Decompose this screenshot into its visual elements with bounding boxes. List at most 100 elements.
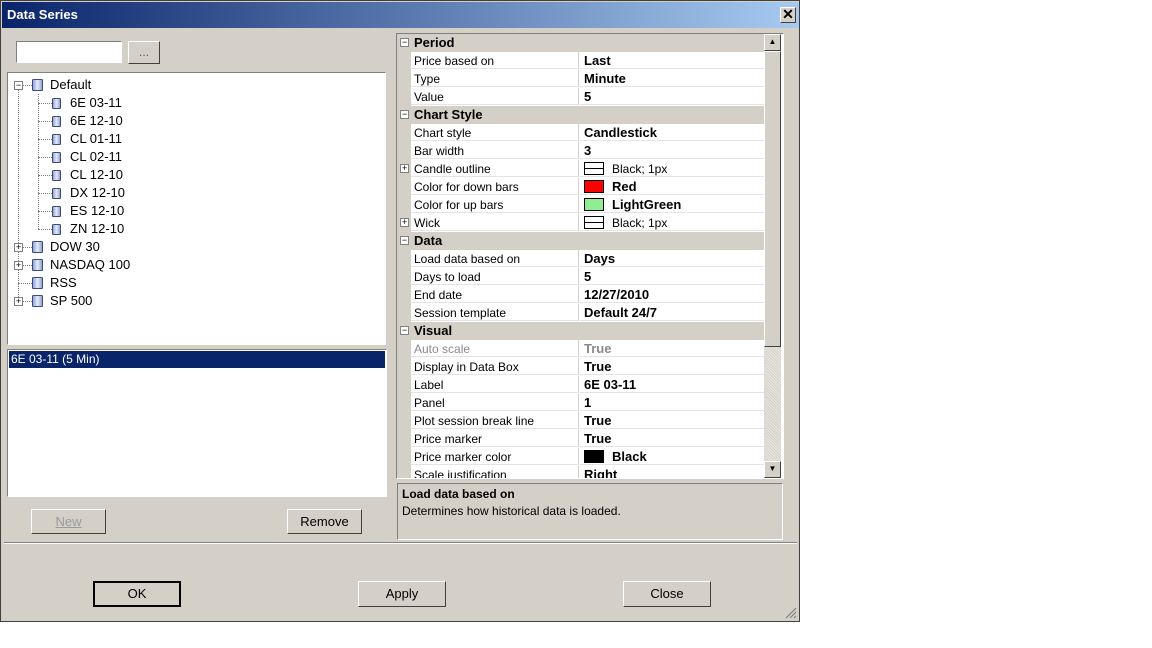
collapse-icon[interactable]: −: [400, 110, 409, 119]
tree-item[interactable]: 6E 03-11: [8, 94, 378, 112]
property-row[interactable]: Scale justification Right: [397, 466, 764, 478]
resize-grip-icon[interactable]: [785, 607, 797, 619]
row-margin: [397, 268, 411, 286]
property-value[interactable]: 5: [580, 88, 764, 105]
expand-icon[interactable]: +: [14, 297, 23, 306]
tree-item[interactable]: ZN 12-10: [8, 220, 378, 238]
property-row[interactable]: Days to load 5: [397, 268, 764, 286]
property-category[interactable]: − Period: [397, 34, 764, 52]
tree-item[interactable]: CL 01-11: [8, 130, 378, 148]
property-value[interactable]: 3: [580, 142, 764, 159]
tree-folder[interactable]: RSS: [8, 274, 378, 292]
property-value[interactable]: Red: [580, 178, 764, 195]
tree-folder[interactable]: + DOW 30: [8, 238, 378, 256]
property-row[interactable]: Bar width 3: [397, 142, 764, 160]
property-row[interactable]: Type Minute: [397, 70, 764, 88]
title-bar[interactable]: Data Series ✕: [2, 2, 799, 28]
property-row[interactable]: Session template Default 24/7: [397, 304, 764, 322]
property-row[interactable]: Chart style Candlestick: [397, 124, 764, 142]
property-row[interactable]: Value 5: [397, 88, 764, 106]
property-row[interactable]: Color for up bars LightGreen: [397, 196, 764, 214]
property-value[interactable]: True: [580, 412, 764, 429]
expand-icon[interactable]: +: [400, 218, 409, 227]
expand-icon[interactable]: +: [14, 261, 23, 270]
property-value[interactable]: True: [580, 358, 764, 375]
list-item[interactable]: 6E 03-11 (5 Min): [9, 351, 385, 368]
close-button[interactable]: Close: [623, 581, 711, 607]
property-category[interactable]: − Chart Style: [397, 106, 764, 124]
collapse-icon[interactable]: −: [14, 81, 23, 90]
property-row[interactable]: Price marker color Black: [397, 448, 764, 466]
browse-button[interactable]: ...: [128, 41, 160, 64]
property-row[interactable]: Price marker True: [397, 430, 764, 448]
property-value[interactable]: Black: [580, 448, 764, 465]
tree-folder[interactable]: + SP 500: [8, 292, 378, 310]
close-icon[interactable]: ✕: [780, 7, 796, 23]
property-value[interactable]: Candlestick: [580, 124, 764, 141]
search-input[interactable]: [16, 41, 122, 63]
ok-button[interactable]: OK: [93, 581, 181, 607]
new-button[interactable]: New: [31, 509, 106, 534]
tree-item[interactable]: 6E 12-10: [8, 112, 378, 130]
property-value[interactable]: 5: [580, 268, 764, 285]
apply-button[interactable]: Apply: [358, 581, 446, 607]
collapse-icon[interactable]: −: [400, 236, 409, 245]
property-row[interactable]: + Wick Black; 1px: [397, 214, 764, 232]
property-row[interactable]: Auto scale True: [397, 340, 764, 358]
scroll-up-icon[interactable]: ▲: [764, 34, 781, 51]
expand-icon[interactable]: +: [400, 164, 409, 173]
property-value[interactable]: LightGreen: [580, 196, 764, 213]
property-name: Days to load: [411, 268, 579, 285]
property-value-text: Minute: [584, 71, 626, 86]
scroll-thumb[interactable]: [764, 51, 781, 347]
property-value[interactable]: Black; 1px: [580, 214, 764, 231]
property-name: Chart style: [411, 124, 579, 141]
property-row[interactable]: Load data based on Days: [397, 250, 764, 268]
tree-item-label: SP 500: [50, 293, 93, 308]
line-style-swatch: [584, 162, 604, 176]
row-margin: [397, 304, 411, 322]
instrument-list-icon: [32, 295, 43, 307]
property-grid-scrollbar[interactable]: ▲ ▼: [764, 34, 781, 478]
scroll-down-icon[interactable]: ▼: [764, 461, 781, 478]
property-value[interactable]: Last: [580, 52, 764, 69]
remove-button[interactable]: Remove: [287, 509, 362, 534]
property-value[interactable]: Black; 1px: [580, 160, 764, 177]
tree-item[interactable]: CL 12-10: [8, 166, 378, 184]
property-row[interactable]: Color for down bars Red: [397, 178, 764, 196]
property-name: End date: [411, 286, 579, 303]
property-value[interactable]: 12/27/2010: [580, 286, 764, 303]
property-value[interactable]: True: [580, 340, 764, 357]
tree-item[interactable]: CL 02-11: [8, 148, 378, 166]
property-row[interactable]: Plot session break line True: [397, 412, 764, 430]
property-value[interactable]: True: [580, 430, 764, 447]
property-value[interactable]: Default 24/7: [580, 304, 764, 321]
property-value[interactable]: Right: [580, 466, 764, 478]
property-grid[interactable]: − Period Price based on Last Type Minute Value…: [397, 34, 764, 478]
property-value[interactable]: Days: [580, 250, 764, 267]
property-category[interactable]: − Visual: [397, 322, 764, 340]
tree-folder[interactable]: + NASDAQ 100: [8, 256, 378, 274]
property-value[interactable]: Minute: [580, 70, 764, 87]
property-value[interactable]: 6E 03-11: [580, 376, 764, 393]
tree-item[interactable]: ES 12-10: [8, 202, 378, 220]
property-value[interactable]: 1: [580, 394, 764, 411]
collapse-icon[interactable]: −: [400, 326, 409, 335]
tree-item[interactable]: DX 12-10: [8, 184, 378, 202]
property-name: Auto scale: [411, 340, 579, 357]
collapse-icon[interactable]: −: [400, 38, 409, 47]
property-row[interactable]: Label 6E 03-11: [397, 376, 764, 394]
property-category[interactable]: − Data: [397, 232, 764, 250]
property-row[interactable]: Price based on Last: [397, 52, 764, 70]
tree-item-label: 6E 12-10: [70, 113, 123, 128]
expand-icon[interactable]: +: [14, 243, 23, 252]
tree-connector: [38, 121, 52, 122]
tree-folder[interactable]: − Default: [8, 76, 378, 94]
tree-item-label: DX 12-10: [70, 185, 125, 200]
series-list[interactable]: 6E 03-11 (5 Min): [7, 349, 387, 497]
instrument-tree[interactable]: − Default 6E 03-11 6E 12-10 CL 01-11 CL 02-11…: [7, 72, 386, 345]
property-row[interactable]: Panel 1: [397, 394, 764, 412]
property-row[interactable]: + Candle outline Black; 1px: [397, 160, 764, 178]
property-row[interactable]: End date 12/27/2010: [397, 286, 764, 304]
property-row[interactable]: Display in Data Box True: [397, 358, 764, 376]
